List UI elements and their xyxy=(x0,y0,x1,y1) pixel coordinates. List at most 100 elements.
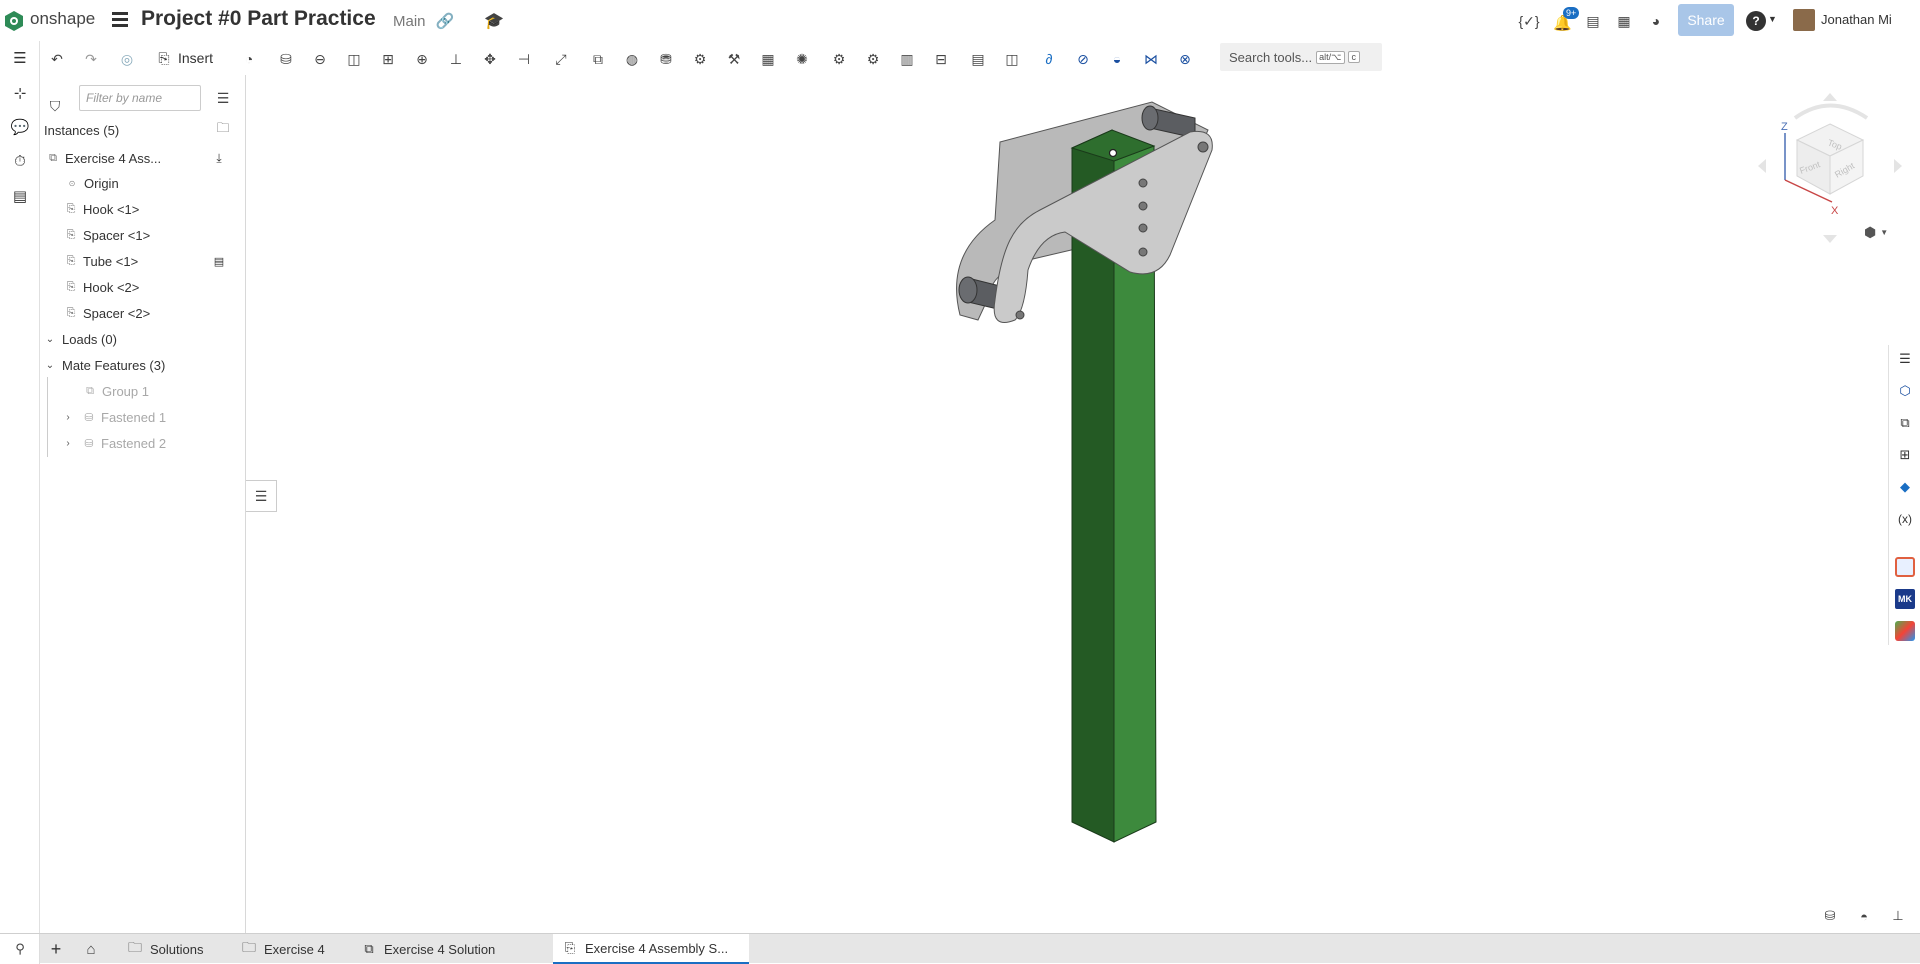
tree-item-fastened-2[interactable]: › ⛁ Fastened 2 xyxy=(62,431,166,455)
user-avatar[interactable] xyxy=(1793,9,1815,31)
history-icon[interactable]: ⏱ xyxy=(9,151,31,171)
tab-exercise-4[interactable]: 🗀 Exercise 4 xyxy=(232,934,338,964)
relation-icon[interactable]: ⛃ xyxy=(655,48,677,70)
add-tab-icon[interactable]: + xyxy=(46,939,66,959)
slider-mate-icon[interactable]: ◫ xyxy=(343,48,365,70)
tree-item-origin[interactable]: ⊙ Origin xyxy=(68,171,119,195)
tab-exercise-4-assembly[interactable]: ⎘ Exercise 4 Assembly S... xyxy=(553,934,749,964)
section-view-icon[interactable]: ⊟ xyxy=(930,48,952,70)
tab-exercise-4-solution[interactable]: ⧉ Exercise 4 Solution xyxy=(352,934,548,964)
configuration-icon[interactable]: ◫ xyxy=(1001,48,1023,70)
replicate-icon[interactable]: ◔ xyxy=(238,48,260,70)
tree-item-fastened-1[interactable]: › ⛁ Fastened 1 xyxy=(62,405,166,429)
view-mode-dropdown[interactable]: ⬢ ▼ xyxy=(1864,222,1896,242)
named-views-icon[interactable]: ▤ xyxy=(967,48,989,70)
circular-pattern-icon[interactable]: ⊘ xyxy=(1072,48,1094,70)
fixed-icon[interactable]: ▤ xyxy=(211,253,227,269)
notifications-icon[interactable]: 🔔 9+ xyxy=(1553,7,1580,32)
parallel-mate-icon[interactable]: ⊣ xyxy=(513,48,535,70)
brand-name[interactable]: onshape xyxy=(30,9,95,29)
share-button[interactable]: Share xyxy=(1678,4,1734,36)
cylindrical-mate-icon[interactable]: ⊕ xyxy=(411,48,433,70)
help-icon[interactable]: ? xyxy=(1746,11,1766,31)
tree-item-tube-1[interactable]: ⎘ Tube <1> xyxy=(64,249,139,273)
list-view-icon[interactable]: ☰ xyxy=(214,89,232,107)
group-icon[interactable]: ⧉ xyxy=(587,48,609,70)
top-bar: onshape Project #0 Part Practice Main 🔗 … xyxy=(0,0,1920,41)
simulation-icon[interactable]: ⚙ xyxy=(828,48,850,70)
mk-app-icon[interactable]: MK xyxy=(1895,589,1915,609)
variable-studio-icon[interactable]: {✓} xyxy=(1518,11,1540,31)
configurations-icon[interactable]: ⊞ xyxy=(1895,445,1915,465)
appearance-panel-icon[interactable]: ⬡ xyxy=(1895,381,1915,401)
3d-viewport[interactable] xyxy=(277,75,1877,933)
feature-list-icon[interactable]: ☰ xyxy=(9,48,31,68)
user-name[interactable]: Jonathan Mi xyxy=(1821,12,1892,27)
hamburger-menu-icon[interactable] xyxy=(112,12,128,28)
part-instance-icon: ⎘ xyxy=(66,228,76,241)
mate-connector-icon[interactable]: ◍ xyxy=(621,48,643,70)
document-list-icon[interactable]: ▤ xyxy=(1584,12,1602,30)
bill-of-materials-icon[interactable]: ▤ xyxy=(9,186,31,206)
comments-icon[interactable]: 💬 xyxy=(9,117,31,137)
pattern-icon[interactable]: ∂ xyxy=(1038,48,1060,70)
tree-item-hook-1[interactable]: ⎘ Hook <1> xyxy=(64,197,140,221)
view-options-icon[interactable]: ◓ xyxy=(1854,908,1874,924)
explode-view-icon[interactable]: ⋈ xyxy=(1140,48,1162,70)
ball-mate-icon[interactable]: ✥ xyxy=(479,48,501,70)
color-app-icon[interactable] xyxy=(1895,621,1915,641)
learning-center-icon[interactable]: 🎓 xyxy=(484,12,504,30)
tree-item-group-1[interactable]: ⧉ Group 1 xyxy=(83,379,149,403)
document-title[interactable]: Project #0 Part Practice xyxy=(141,7,376,31)
motion-icon[interactable]: ⚙ xyxy=(862,48,884,70)
transform-icon[interactable]: ⊗ xyxy=(1174,48,1196,70)
planar-mate-icon[interactable]: ⊞ xyxy=(377,48,399,70)
redo-icon[interactable]: ↷ xyxy=(80,48,102,70)
display-states-icon[interactable]: ▦ xyxy=(757,48,779,70)
render-studio-icon[interactable]: ◆ xyxy=(1895,477,1915,497)
globe-icon[interactable]: ◕ xyxy=(1647,12,1665,30)
gear-relation-icon[interactable]: ⚙ xyxy=(689,48,711,70)
search-shortcut-key: c xyxy=(1347,51,1360,63)
tab-search-icon[interactable]: ⚲ xyxy=(10,940,30,958)
pin-slot-mate-icon[interactable]: ⊥ xyxy=(445,48,467,70)
section-icon[interactable]: ⛁ xyxy=(1820,908,1840,924)
sweep-icon[interactable]: ◒ xyxy=(1106,48,1128,70)
rack-pinion-icon[interactable]: ⚒ xyxy=(723,48,745,70)
home-icon[interactable]: ⌂ xyxy=(80,939,102,959)
help-dropdown-icon[interactable]: ▼ xyxy=(1768,14,1777,24)
tree-item-spacer-2[interactable]: ⎘ Spacer <2> xyxy=(64,301,151,325)
tree-item-subassembly[interactable]: ⧉ Exercise 4 Ass... xyxy=(46,146,161,170)
new-folder-icon[interactable]: 🗀 xyxy=(214,120,232,138)
filter-by-name-input[interactable]: Filter by name xyxy=(79,85,201,111)
undo-icon[interactable]: ↶ xyxy=(46,48,68,70)
variables-icon[interactable]: (x) xyxy=(1895,509,1915,529)
loads-section[interactable]: ⌄ Loads (0) xyxy=(44,327,117,351)
mate-values-icon[interactable]: ⧉ xyxy=(1895,413,1915,433)
measure-icon[interactable]: ▥ xyxy=(896,48,918,70)
revolute-mate-icon[interactable]: ⊖ xyxy=(309,48,331,70)
tab-solutions[interactable]: 🗀 Solutions xyxy=(118,934,224,964)
tree-item-hook-2[interactable]: ⎘ Hook <2> xyxy=(64,275,140,299)
tangent-mate-icon[interactable]: ⤢ xyxy=(550,48,572,70)
branch-label[interactable]: Main xyxy=(393,13,426,30)
insert-button[interactable]: ⎘ Insert xyxy=(156,46,213,70)
filter-icon[interactable]: ⛉ xyxy=(47,98,63,114)
search-tools-input[interactable]: Search tools... alt/⌥ c xyxy=(1220,43,1382,71)
measurement-icon[interactable]: ⊥ xyxy=(1888,908,1908,924)
app-store-app-icon[interactable] xyxy=(1895,557,1915,577)
panel-toggle-icon[interactable]: ☰ xyxy=(246,480,277,512)
onshape-logo-icon[interactable] xyxy=(4,10,24,32)
tree-item-spacer-1[interactable]: ⎘ Spacer <1> xyxy=(64,223,151,247)
part-studio-icon: ⧉ xyxy=(364,941,374,956)
apps-icon[interactable]: ▦ xyxy=(1615,12,1633,30)
instances-header[interactable]: Instances (5) xyxy=(44,118,119,142)
mate-features-section[interactable]: ⌄ Mate Features (3) xyxy=(44,353,166,377)
insert-mate-icon[interactable]: ⊹ xyxy=(9,83,31,103)
update-icon[interactable]: ⤓ xyxy=(211,150,227,166)
explode-icon[interactable]: ✺ xyxy=(791,48,813,70)
properties-panel-icon[interactable]: ☰ xyxy=(1895,349,1915,369)
link-icon[interactable]: 🔗 xyxy=(436,12,455,30)
linked-document-icon[interactable]: ◎ xyxy=(116,48,138,70)
fastened-mate-icon[interactable]: ⛁ xyxy=(275,48,297,70)
